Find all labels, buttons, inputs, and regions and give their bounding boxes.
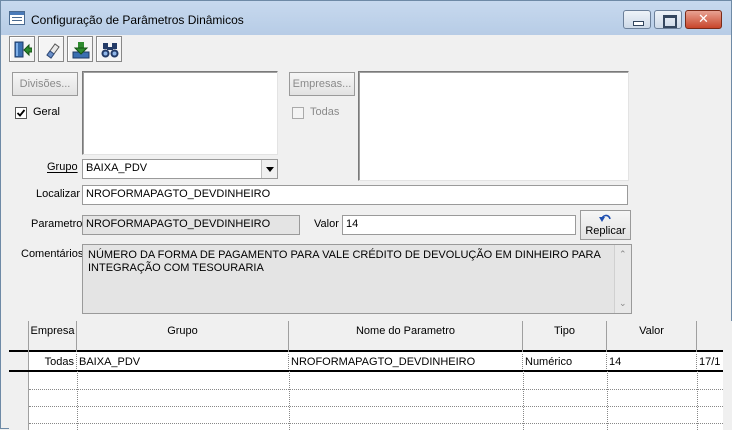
- comentarios-scrollbar[interactable]: ⌃ ⌄: [614, 245, 631, 313]
- grid-vline: [289, 371, 290, 430]
- scroll-up-icon[interactable]: ⌃: [619, 250, 627, 259]
- col-valor[interactable]: Valor: [607, 321, 697, 352]
- scroll-down-icon[interactable]: ⌄: [619, 299, 627, 308]
- app-table-icon: [9, 11, 25, 25]
- table-row[interactable]: Todas BAIXA_PDV NROFORMAPAGTO_DEVDINHEIR…: [9, 354, 723, 371]
- empresas-list[interactable]: [358, 71, 629, 181]
- replicar-label: Replicar: [585, 225, 626, 237]
- valor-label: Valor: [314, 218, 339, 230]
- selected-row-underline: [9, 370, 723, 372]
- col-tipo[interactable]: Tipo: [523, 321, 607, 352]
- cell-nome-parametro: NROFORMAPAGTO_DEVDINHEIRO: [289, 354, 523, 371]
- col-grupo[interactable]: Grupo: [77, 321, 289, 352]
- divisoes-button[interactable]: Divisões...: [12, 72, 78, 96]
- geral-checkbox[interactable]: [15, 107, 27, 119]
- cell-grupo: BAIXA_PDV: [77, 354, 289, 371]
- cell-data: 17/1: [699, 356, 721, 368]
- geral-label: Geral: [33, 106, 60, 118]
- window-title: Configuração de Parâmetros Dinâmicos: [31, 13, 244, 27]
- col-nome-parametro[interactable]: Nome do Parametro: [289, 321, 523, 352]
- binoculars-search-icon: [101, 43, 119, 58]
- comentarios-label: Comentários: [21, 248, 84, 260]
- todas-label: Todas: [310, 106, 340, 118]
- grupo-select[interactable]: BAIXA_PDV: [82, 159, 278, 179]
- divisoes-list[interactable]: [82, 71, 278, 155]
- grid-vline: [523, 371, 524, 430]
- clear-button[interactable]: [38, 36, 64, 62]
- eraser-icon: [46, 43, 60, 59]
- grid-line: [29, 389, 723, 390]
- save-button[interactable]: [67, 36, 93, 62]
- cell-tipo: Numérico: [523, 354, 607, 371]
- grid-vline: [77, 371, 78, 430]
- exit-button[interactable]: [9, 36, 35, 62]
- checkmark-icon: [16, 109, 26, 117]
- localizar-label: Localizar: [36, 188, 81, 200]
- search-button[interactable]: [96, 36, 122, 62]
- grid-line: [29, 423, 723, 424]
- main-window: Configuração de Parâmetros Dinâmicos ✕ D…: [0, 0, 732, 430]
- save-download-icon: [72, 42, 90, 59]
- col-extra[interactable]: [697, 321, 723, 352]
- comentarios-text: NÚMERO DA FORMA DE PAGAMENTO PARA VALE C…: [88, 249, 601, 274]
- comentarios-textarea[interactable]: NÚMERO DA FORMA DE PAGAMENTO PARA VALE C…: [82, 244, 632, 314]
- parametro-label: Parametro: [31, 218, 83, 230]
- grid-vline: [697, 371, 698, 430]
- grid-scrollbar[interactable]: [723, 321, 732, 430]
- grid-line: [29, 406, 723, 407]
- replicar-button[interactable]: Replicar: [580, 210, 631, 240]
- col-empresa[interactable]: Empresa: [29, 321, 77, 352]
- grid-vline: [607, 371, 608, 430]
- grid-header: Empresa Grupo Nome do Parametro Tipo Val…: [9, 321, 723, 352]
- cell-empresa: Todas: [29, 354, 77, 371]
- valor-input[interactable]: 14: [342, 215, 576, 235]
- grupo-label: Grupo: [47, 161, 78, 173]
- title-bar[interactable]: Configuração de Parâmetros Dinâmicos ✕: [1, 1, 731, 35]
- close-button[interactable]: ✕: [685, 10, 722, 29]
- empresas-button[interactable]: Empresas...: [289, 72, 355, 96]
- cell-valor: 14: [607, 354, 697, 371]
- maximize-button[interactable]: [654, 10, 682, 29]
- todas-checkbox[interactable]: [292, 107, 304, 119]
- exit-door-icon: [14, 41, 32, 58]
- chevron-down-icon[interactable]: [261, 160, 277, 178]
- undo-arrow-icon: [599, 214, 611, 222]
- parameters-grid[interactable]: Empresa Grupo Nome do Parametro Tipo Val…: [9, 321, 723, 430]
- minimize-button[interactable]: [623, 10, 651, 29]
- grupo-selected-value: BAIXA_PDV: [86, 162, 148, 174]
- parametro-field: NROFORMAPAGTO_DEVDINHEIRO: [82, 215, 300, 235]
- toolbar: [9, 36, 122, 64]
- grid-corner: [9, 321, 29, 352]
- close-icon: ✕: [698, 12, 709, 27]
- localizar-input[interactable]: NROFORMAPAGTO_DEVDINHEIRO: [82, 185, 628, 205]
